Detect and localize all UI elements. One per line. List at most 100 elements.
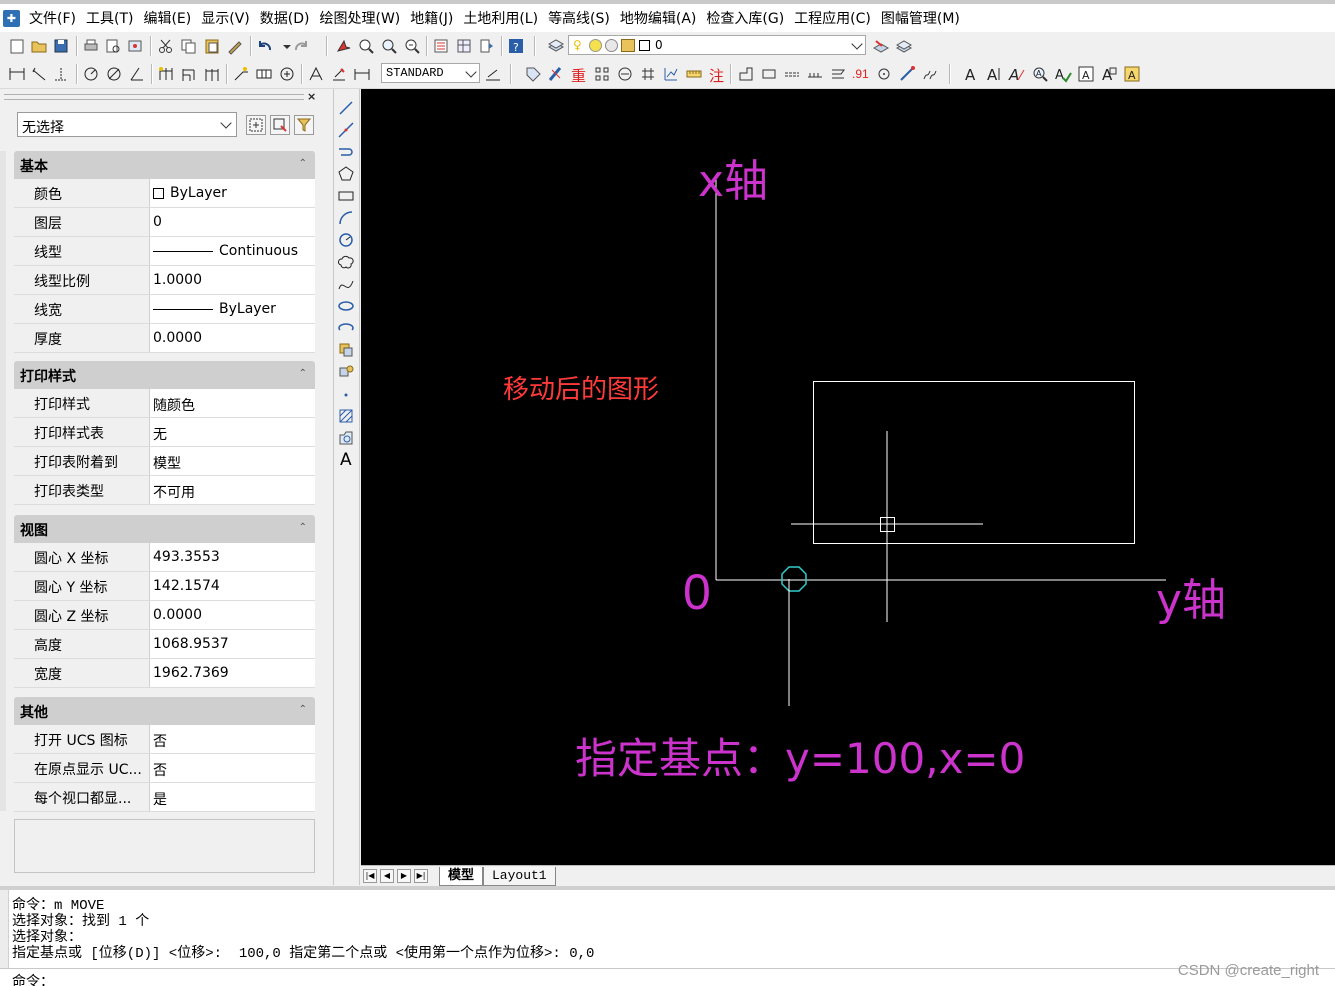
- angular-dimension-icon[interactable]: [128, 65, 146, 83]
- quick-dimension-icon[interactable]: [157, 65, 175, 83]
- tool-palette-icon[interactable]: [478, 37, 496, 55]
- section-header[interactable]: 视图 ⌃: [14, 515, 315, 543]
- copy-icon[interactable]: [180, 37, 198, 55]
- zoom-previous-icon[interactable]: [403, 37, 421, 55]
- ordinate-dimension-icon[interactable]: [52, 65, 70, 83]
- single-text-icon[interactable]: A: [962, 65, 980, 84]
- property-row[interactable]: 打印样式表 无: [14, 418, 315, 447]
- slope-line-icon[interactable]: [898, 65, 916, 83]
- point-icon[interactable]: [337, 385, 355, 403]
- command-input[interactable]: 命令：: [0, 968, 1335, 986]
- next-tab-icon[interactable]: ▶: [397, 869, 411, 883]
- property-row[interactable]: 线宽 ByLayer: [14, 295, 315, 324]
- node-icon[interactable]: [593, 65, 611, 83]
- collapse-chevron-icon[interactable]: ⌃: [299, 158, 307, 169]
- elevation-point-label[interactable]: .91: [850, 65, 869, 83]
- section-header[interactable]: 其他 ⌃: [14, 697, 315, 725]
- circle-icon[interactable]: [337, 231, 355, 249]
- polygon-icon[interactable]: [337, 165, 355, 183]
- radius-dimension-icon[interactable]: [82, 65, 100, 83]
- publish-icon[interactable]: [126, 37, 144, 55]
- curve-icon[interactable]: [921, 65, 939, 83]
- swap-icon[interactable]: [616, 65, 634, 83]
- revision-cloud-icon[interactable]: [337, 253, 355, 271]
- property-row[interactable]: 线型比例 1.0000: [14, 266, 315, 295]
- spell-check-icon[interactable]: A: [1054, 65, 1072, 83]
- panel-autohide-strip[interactable]: [0, 151, 6, 811]
- property-row[interactable]: 打开 UCS 图标 否: [14, 725, 315, 754]
- chart-icon[interactable]: [662, 65, 680, 83]
- property-row[interactable]: 打印表附着到 模型: [14, 447, 315, 476]
- text-style-icon[interactable]: A: [1077, 65, 1095, 83]
- menu-sheet-management[interactable]: 图幅管理(M): [876, 8, 965, 28]
- cut-icon[interactable]: [157, 37, 175, 55]
- redo-icon[interactable]: [292, 37, 310, 55]
- leader-icon[interactable]: [232, 65, 250, 83]
- property-row[interactable]: 圆心 X 坐标 493.3553: [14, 543, 315, 572]
- layer-manager-icon[interactable]: [547, 37, 565, 55]
- undo-icon[interactable]: [256, 37, 274, 55]
- menu-drawing-processing[interactable]: 绘图处理(W): [314, 8, 405, 28]
- save-icon[interactable]: [52, 37, 70, 55]
- hatch-icon[interactable]: [829, 65, 847, 83]
- center-mark-icon[interactable]: [278, 65, 296, 83]
- mtext-icon[interactable]: A: [337, 450, 355, 470]
- insert-block-icon[interactable]: [337, 341, 355, 359]
- menu-file[interactable]: 文件(F): [24, 8, 81, 28]
- new-file-icon[interactable]: [8, 37, 26, 55]
- help-icon[interactable]: ?: [507, 37, 525, 55]
- match-properties-icon[interactable]: [226, 37, 244, 55]
- select-objects-icon[interactable]: [270, 115, 290, 135]
- first-tab-icon[interactable]: |◀: [363, 869, 377, 883]
- property-row[interactable]: 每个视口都显... 是: [14, 783, 315, 812]
- rectangle-icon[interactable]: [760, 65, 778, 83]
- property-row[interactable]: 打印表类型 不可用: [14, 476, 315, 505]
- menu-tools[interactable]: 工具(T): [81, 8, 138, 28]
- ruler-icon[interactable]: [685, 65, 703, 83]
- menu-view[interactable]: 显示(V): [196, 8, 255, 28]
- diameter-dimension-icon[interactable]: [105, 65, 123, 83]
- drawing-canvas[interactable]: x轴 y轴 0 移动后的图形 指定基点：y=100,x=0: [361, 89, 1335, 865]
- property-row[interactable]: 图层 0: [14, 208, 315, 237]
- command-scrollbar[interactable]: [0, 890, 9, 968]
- line-icon[interactable]: [337, 99, 355, 117]
- app-icon[interactable]: ✚: [3, 9, 20, 27]
- zoom-realtime-icon[interactable]: [357, 37, 375, 55]
- section-header[interactable]: 打印样式 ⌃: [14, 361, 315, 389]
- menu-check-import[interactable]: 检查入库(G): [701, 8, 789, 28]
- quick-select-icon[interactable]: [294, 115, 314, 135]
- text-edit-icon[interactable]: A: [1008, 65, 1026, 84]
- property-row[interactable]: 圆心 Y 坐标 142.1574: [14, 572, 315, 601]
- make-block-icon[interactable]: [337, 363, 355, 381]
- construction-line-icon[interactable]: [337, 121, 355, 139]
- property-row[interactable]: 颜色 ByLayer: [14, 179, 315, 208]
- selection-select[interactable]: 无选择: [17, 112, 237, 137]
- dimension-style-icon[interactable]: [484, 65, 502, 83]
- property-row[interactable]: 宽度 1962.7369: [14, 659, 315, 688]
- tag-icon[interactable]: [524, 65, 542, 83]
- annotation-label[interactable]: 注: [708, 65, 726, 85]
- menu-engineering[interactable]: 工程应用(C): [789, 8, 876, 28]
- layer-previous-icon[interactable]: [895, 37, 913, 55]
- close-icon[interactable]: ×: [307, 90, 316, 103]
- property-row[interactable]: 圆心 Z 坐标 0.0000: [14, 601, 315, 630]
- print-icon[interactable]: [82, 37, 100, 55]
- arc-icon[interactable]: [337, 209, 355, 227]
- design-center-icon[interactable]: [455, 37, 473, 55]
- section-header[interactable]: 基本 ⌃: [14, 151, 315, 179]
- grid-icon[interactable]: [639, 65, 657, 83]
- property-row[interactable]: 打印样式 随颜色: [14, 389, 315, 418]
- aligned-dimension-icon[interactable]: [30, 65, 48, 83]
- continue-dimension-icon[interactable]: [203, 65, 221, 83]
- ellipse-arc-icon[interactable]: [337, 319, 355, 337]
- menu-feature-edit[interactable]: 地物编辑(A): [615, 8, 702, 28]
- target-icon[interactable]: [875, 65, 893, 83]
- open-folder-icon[interactable]: [30, 37, 48, 55]
- dimension-update-icon[interactable]: [353, 65, 371, 83]
- comb-line-icon[interactable]: [806, 65, 824, 83]
- dimension-edit-icon[interactable]: [307, 65, 325, 83]
- prev-tab-icon[interactable]: ◀: [380, 869, 394, 883]
- text-style-select[interactable]: STANDARD: [381, 63, 480, 83]
- scale-text-icon[interactable]: A: [1100, 65, 1118, 84]
- redraw-label[interactable]: 重: [570, 65, 588, 85]
